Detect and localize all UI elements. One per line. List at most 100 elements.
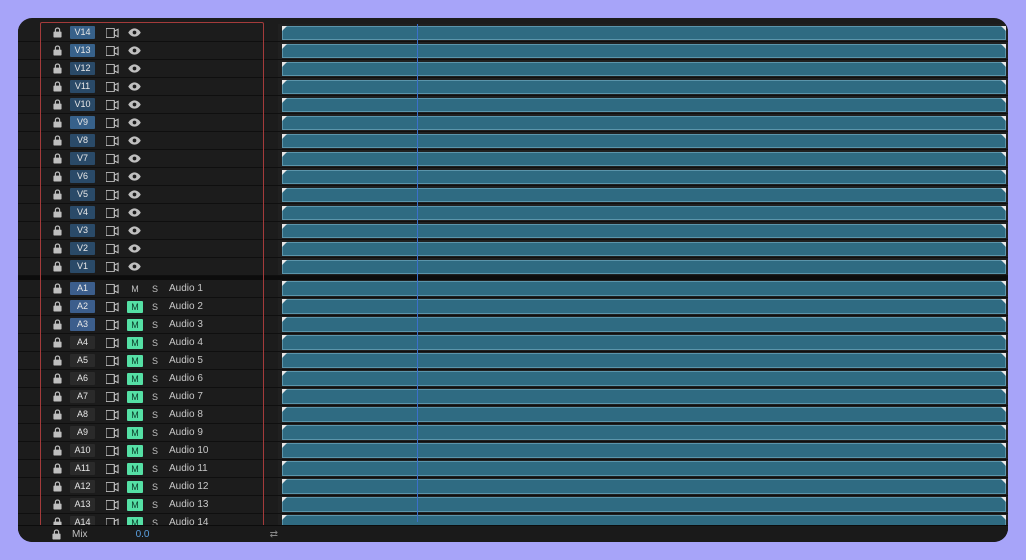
track-target-toggle[interactable]: A3 xyxy=(70,318,95,331)
solo-toggle[interactable]: S xyxy=(150,427,160,439)
lock-icon[interactable] xyxy=(52,81,62,93)
track-target-toggle[interactable]: A10 xyxy=(70,444,95,457)
track-lane[interactable] xyxy=(278,150,1008,168)
clip[interactable] xyxy=(282,26,1006,40)
clip[interactable] xyxy=(282,317,1006,332)
track-lane[interactable] xyxy=(278,316,1008,334)
track-lane[interactable] xyxy=(278,42,1008,60)
lock-icon[interactable] xyxy=(52,117,62,129)
source-patch-icon[interactable] xyxy=(105,117,119,128)
track-target-toggle[interactable]: V4 xyxy=(70,206,95,219)
track-lane[interactable] xyxy=(278,60,1008,78)
clip[interactable] xyxy=(282,98,1006,112)
track-lane[interactable] xyxy=(278,204,1008,222)
track-target-toggle[interactable]: A4 xyxy=(70,336,95,349)
lock-icon[interactable] xyxy=(52,27,62,39)
lock-icon[interactable] xyxy=(52,319,62,331)
source-patch-icon[interactable] xyxy=(105,261,119,272)
lock-icon[interactable] xyxy=(52,391,62,403)
track-target-toggle[interactable]: V8 xyxy=(70,134,95,147)
lock-icon[interactable] xyxy=(52,529,62,540)
source-patch-icon[interactable] xyxy=(105,153,119,164)
track-lane[interactable] xyxy=(278,388,1008,406)
track-target-toggle[interactable]: A12 xyxy=(70,480,95,493)
solo-toggle[interactable]: S xyxy=(150,391,160,403)
eye-icon[interactable] xyxy=(127,81,141,92)
track-lane[interactable] xyxy=(278,424,1008,442)
mix-value[interactable]: 0.0 xyxy=(136,529,150,540)
eye-icon[interactable] xyxy=(127,117,141,128)
clip[interactable] xyxy=(282,281,1006,296)
source-patch-icon[interactable] xyxy=(105,63,119,74)
track-lane[interactable] xyxy=(278,24,1008,42)
mute-toggle[interactable]: M xyxy=(127,373,143,385)
eye-icon[interactable] xyxy=(127,171,141,182)
track-target-toggle[interactable]: A5 xyxy=(70,354,95,367)
eye-icon[interactable] xyxy=(127,135,141,146)
source-patch-icon[interactable] xyxy=(105,189,119,200)
track-target-toggle[interactable]: V12 xyxy=(70,62,95,75)
lock-icon[interactable] xyxy=(52,481,62,493)
source-patch-icon[interactable] xyxy=(105,355,119,366)
track-target-toggle[interactable]: V2 xyxy=(70,242,95,255)
lock-icon[interactable] xyxy=(52,189,62,201)
eye-icon[interactable] xyxy=(127,27,141,38)
pan-icon[interactable]: ⇄ xyxy=(270,529,278,540)
track-target-toggle[interactable]: V11 xyxy=(70,80,95,93)
track-target-toggle[interactable]: V3 xyxy=(70,224,95,237)
clip[interactable] xyxy=(282,479,1006,494)
source-patch-icon[interactable] xyxy=(105,391,119,402)
track-target-toggle[interactable]: V1 xyxy=(70,260,95,273)
lock-icon[interactable] xyxy=(52,171,62,183)
track-lane[interactable] xyxy=(278,370,1008,388)
track-target-toggle[interactable]: V9 xyxy=(70,116,95,129)
clip[interactable] xyxy=(282,497,1006,512)
eye-icon[interactable] xyxy=(127,207,141,218)
track-target-toggle[interactable]: V14 xyxy=(70,26,95,39)
track-lane[interactable] xyxy=(278,96,1008,114)
source-patch-icon[interactable] xyxy=(105,135,119,146)
track-target-toggle[interactable]: A7 xyxy=(70,390,95,403)
clip[interactable] xyxy=(282,371,1006,386)
track-target-toggle[interactable]: V5 xyxy=(70,188,95,201)
clip[interactable] xyxy=(282,242,1006,256)
clip[interactable] xyxy=(282,152,1006,166)
source-patch-icon[interactable] xyxy=(105,301,119,312)
source-patch-icon[interactable] xyxy=(105,27,119,38)
clip[interactable] xyxy=(282,188,1006,202)
mute-toggle[interactable]: M xyxy=(127,283,143,295)
clip[interactable] xyxy=(282,299,1006,314)
lock-icon[interactable] xyxy=(52,463,62,475)
clip[interactable] xyxy=(282,116,1006,130)
track-lane[interactable] xyxy=(278,78,1008,96)
lock-icon[interactable] xyxy=(52,63,62,75)
track-lane[interactable] xyxy=(278,334,1008,352)
source-patch-icon[interactable] xyxy=(105,171,119,182)
track-target-toggle[interactable]: V13 xyxy=(70,44,95,57)
lock-icon[interactable] xyxy=(52,337,62,349)
clip[interactable] xyxy=(282,353,1006,368)
clip[interactable] xyxy=(282,389,1006,404)
mute-toggle[interactable]: M xyxy=(127,481,143,493)
lock-icon[interactable] xyxy=(52,301,62,313)
lock-icon[interactable] xyxy=(52,243,62,255)
eye-icon[interactable] xyxy=(127,261,141,272)
track-target-toggle[interactable]: A2 xyxy=(70,300,95,313)
source-patch-icon[interactable] xyxy=(105,463,119,474)
clip[interactable] xyxy=(282,443,1006,458)
source-patch-icon[interactable] xyxy=(105,81,119,92)
track-lane[interactable] xyxy=(278,460,1008,478)
lock-icon[interactable] xyxy=(52,427,62,439)
source-patch-icon[interactable] xyxy=(105,499,119,510)
source-patch-icon[interactable] xyxy=(105,243,119,254)
clip[interactable] xyxy=(282,170,1006,184)
mute-toggle[interactable]: M xyxy=(127,301,143,313)
source-patch-icon[interactable] xyxy=(105,373,119,384)
lock-icon[interactable] xyxy=(52,45,62,57)
eye-icon[interactable] xyxy=(127,189,141,200)
mute-toggle[interactable]: M xyxy=(127,427,143,439)
source-patch-icon[interactable] xyxy=(105,45,119,56)
lock-icon[interactable] xyxy=(52,499,62,511)
source-patch-icon[interactable] xyxy=(105,225,119,236)
eye-icon[interactable] xyxy=(127,225,141,236)
